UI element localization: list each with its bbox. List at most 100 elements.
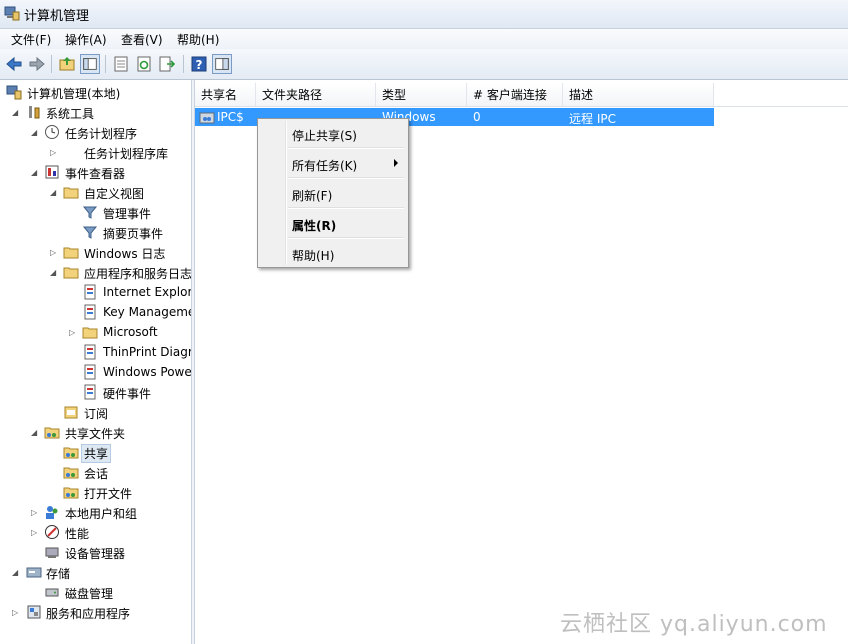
tree-node[interactable]: 摘要页事件 <box>0 222 191 242</box>
column-header-folder-path[interactable]: 文件夹路径 <box>256 83 376 107</box>
tree-node-label: 性能 <box>65 527 90 541</box>
tree-node[interactable]: ◢ 任务计划程序 <box>0 122 191 142</box>
tree-node[interactable]: 打开文件 <box>0 482 191 502</box>
expand-arrow-icon[interactable]: ▷ <box>50 248 59 257</box>
column-header-description[interactable]: 描述 <box>563 83 714 107</box>
clock-icon <box>45 125 59 139</box>
watermark: 云栖社区 yq.aliyun.com <box>560 612 828 637</box>
tree-node[interactable]: 磁盘管理 <box>0 582 191 602</box>
back-icon[interactable] <box>4 54 24 74</box>
tree-node[interactable]: ◢ 存储 <box>0 562 191 582</box>
tree-node[interactable]: ◢ 事件查看器 <box>0 162 191 182</box>
refresh-icon[interactable] <box>134 54 154 74</box>
tree-node-label: ThinPrint Diagr <box>103 345 191 359</box>
tree-node[interactable]: 设备管理器 <box>0 542 191 562</box>
tree-node-label: 任务计划程序 <box>65 127 138 141</box>
performance-icon <box>45 525 59 539</box>
tree-node[interactable]: ▷ Windows 日志 <box>0 242 191 262</box>
menu-item-stop-sharing[interactable]: 停止共享(S) <box>260 123 406 145</box>
show-hide-action-pane-icon[interactable] <box>212 54 232 74</box>
tree-node[interactable]: ▷ 服务和应用程序 <box>0 602 191 622</box>
expand-arrow-icon[interactable]: ▷ <box>69 328 78 337</box>
column-header-type[interactable]: 类型 <box>376 83 467 107</box>
tree-node[interactable]: ◢ 共享文件夹 <box>0 422 191 442</box>
shared-folder-icon <box>199 112 215 124</box>
computer-management-icon <box>6 85 22 100</box>
column-header-client-connections[interactable]: # 客户端连接 <box>467 83 563 107</box>
help-icon[interactable]: ? <box>189 54 209 74</box>
tree-node[interactable]: ◢ 应用程序和服务日志 <box>0 262 191 282</box>
tree-node-label: 本地用户和组 <box>65 507 138 521</box>
tree-node[interactable]: 计算机管理(本地) <box>0 82 191 102</box>
up-folder-icon[interactable] <box>57 54 77 74</box>
tree-node[interactable]: ThinPrint Diagr <box>0 342 191 362</box>
properties-icon[interactable] <box>111 54 131 74</box>
log-icon <box>84 344 96 360</box>
tree-node[interactable]: ◢ 自定义视图 <box>0 182 191 202</box>
shared-folder-icon <box>63 467 79 479</box>
menu-item-properties[interactable]: 属性(R) <box>260 213 406 235</box>
tree-node[interactable]: ◢ 系统工具 <box>0 102 191 122</box>
tree-node[interactable]: 硬件事件 <box>0 382 191 402</box>
menu-action[interactable]: 操作(A) <box>63 31 109 48</box>
collapse-arrow-icon[interactable]: ◢ <box>12 108 21 117</box>
tree-node[interactable]: ▷ Microsoft <box>0 322 191 342</box>
menu-help[interactable]: 帮助(H) <box>175 31 221 48</box>
log-icon <box>84 364 96 380</box>
tree-node-label: 任务计划程序库 <box>84 147 169 161</box>
tree-node-label: 事件查看器 <box>65 167 126 181</box>
collapse-arrow-icon[interactable]: ◢ <box>31 128 40 137</box>
window-title: 计算机管理 <box>24 9 90 24</box>
services-icon <box>27 605 41 619</box>
tree-node[interactable]: 管理事件 <box>0 202 191 222</box>
context-menu: 停止共享(S) 所有任务(K) 刷新(F) 属性(R) 帮助(H) <box>257 118 409 268</box>
log-icon <box>84 304 96 320</box>
show-hide-console-tree-icon[interactable] <box>80 54 100 74</box>
collapse-arrow-icon[interactable]: ◢ <box>31 168 40 177</box>
menu-item-all-tasks[interactable]: 所有任务(K) <box>260 153 406 175</box>
menu-view[interactable]: 查看(V) <box>119 31 165 48</box>
computer-management-icon <box>4 6 20 21</box>
folder-icon <box>82 327 98 339</box>
collapse-arrow-icon[interactable]: ◢ <box>50 268 59 277</box>
tree-node-label: 存储 <box>46 567 71 581</box>
column-header-share-name[interactable]: 共享名 <box>195 83 256 107</box>
expand-arrow-icon[interactable]: ▷ <box>31 528 40 537</box>
disk-icon <box>45 588 59 597</box>
export-list-icon[interactable] <box>157 54 177 74</box>
tree-node[interactable]: 会话 <box>0 462 191 482</box>
expand-arrow-icon[interactable]: ▷ <box>31 508 40 517</box>
tree-node-label: 服务和应用程序 <box>46 607 131 621</box>
tree-node[interactable]: Internet Explor <box>0 282 191 302</box>
log-icon <box>84 384 96 400</box>
title-bar[interactable]: 计算机管理 <box>0 0 848 29</box>
tree-node[interactable]: ▷ 性能 <box>0 522 191 542</box>
collapse-arrow-icon[interactable]: ◢ <box>31 428 40 437</box>
collapse-arrow-icon[interactable]: ◢ <box>50 188 59 197</box>
tree-node-label: Internet Explor <box>103 285 191 299</box>
menu-item-refresh[interactable]: 刷新(F) <box>260 183 406 205</box>
collapse-arrow-icon[interactable]: ◢ <box>12 568 21 577</box>
tree-node[interactable]: ▷ 本地用户和组 <box>0 502 191 522</box>
submenu-arrow-icon <box>394 159 398 167</box>
tools-icon <box>29 106 40 119</box>
toolbar: ? <box>0 49 848 80</box>
tree-node[interactable]: Windows Powe <box>0 362 191 382</box>
folder-icon <box>63 247 79 259</box>
menu-file[interactable]: 文件(F) <box>9 31 53 48</box>
tree-node-label: 自定义视图 <box>84 187 145 201</box>
tree-node[interactable]: ▷ 任务计划程序库 <box>0 142 191 162</box>
tree-node[interactable]: 订阅 <box>0 402 191 422</box>
tree-node-label: 打开文件 <box>84 487 133 501</box>
tree-node-label: 应用程序和服务日志 <box>84 267 191 281</box>
tree-node-label: 管理事件 <box>103 207 152 221</box>
menu-item-help[interactable]: 帮助(H) <box>260 243 406 265</box>
event-viewer-icon <box>45 165 59 179</box>
folder-icon <box>63 187 79 199</box>
expand-arrow-icon[interactable]: ▷ <box>50 148 59 157</box>
cell-connections: 0 <box>473 110 481 124</box>
expand-arrow-icon[interactable]: ▷ <box>12 608 21 617</box>
tree-node[interactable]: 共享 <box>0 442 191 463</box>
tree-node[interactable]: Key Manageme <box>0 302 191 322</box>
forward-icon[interactable] <box>27 54 47 74</box>
